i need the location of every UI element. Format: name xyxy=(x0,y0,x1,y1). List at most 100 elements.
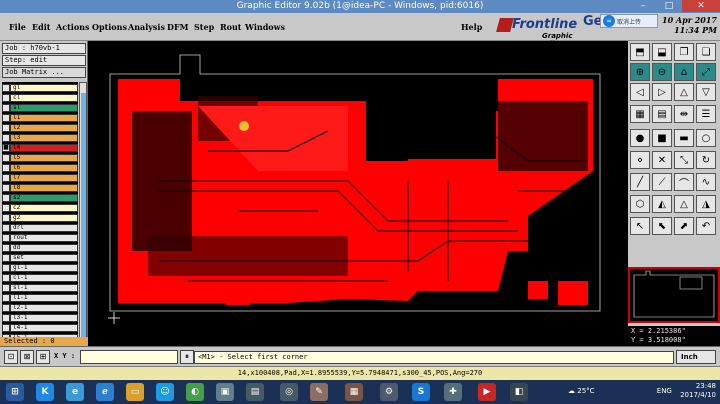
layer-checkbox[interactable] xyxy=(2,124,10,132)
layers-icon[interactable]: ☰ xyxy=(696,105,716,123)
snap-mode-icon[interactable]: ⊡ xyxy=(4,350,18,364)
layer-checkbox[interactable]: ■ xyxy=(2,144,10,152)
layer-row[interactable]: drl xyxy=(2,224,78,232)
layer-row[interactable]: l3 xyxy=(2,134,78,142)
layer-row[interactable]: sl xyxy=(2,104,78,112)
layer-row[interactable]: s2 xyxy=(2,194,78,202)
layer-checkbox[interactable] xyxy=(2,214,10,222)
move-icon[interactable]: ⤡ xyxy=(674,151,694,169)
layer-row[interactable]: g2 xyxy=(2,214,78,222)
job-matrix-button[interactable]: Job Matrix ... xyxy=(2,67,86,78)
select-net-icon[interactable]: ⬈ xyxy=(674,217,694,235)
menu-rout[interactable]: Rout xyxy=(220,22,242,32)
menu-step[interactable]: Step xyxy=(194,22,214,32)
units-select[interactable]: Inch xyxy=(676,350,716,364)
layer-row[interactable]: dd xyxy=(2,244,78,252)
computer-icon[interactable]: ▤ xyxy=(246,383,264,401)
close-icon[interactable]: ✕ xyxy=(682,0,720,12)
layer-name[interactable]: l5 xyxy=(10,154,78,162)
circle-icon[interactable]: ○ xyxy=(696,129,716,147)
grid-icon[interactable]: ▦ xyxy=(630,105,650,123)
curve-icon[interactable]: ∿ xyxy=(696,173,716,191)
layer-name[interactable]: gl xyxy=(10,84,78,92)
maximize-icon[interactable]: □ xyxy=(656,0,682,12)
tray-clock[interactable]: 23:48 2017/4/10 xyxy=(680,382,716,400)
layer-row[interactable]: cl xyxy=(2,94,78,102)
layer-checkbox[interactable] xyxy=(2,164,10,172)
prompt-toggle-icon[interactable]: ⏸ xyxy=(180,350,194,364)
layer-name[interactable]: l2 xyxy=(10,124,78,132)
pan-down-icon[interactable]: ▽ xyxy=(696,83,716,101)
layer-name[interactable]: drl xyxy=(10,224,78,232)
browser-icon[interactable]: e xyxy=(66,383,84,401)
triangle-icon[interactable]: △ xyxy=(674,195,694,213)
layer-row[interactable]: gl-1 xyxy=(2,264,78,272)
grid-mode-icon[interactable]: ⊞ xyxy=(36,350,50,364)
layer-checkbox[interactable] xyxy=(2,294,10,302)
layer-name[interactable]: sl-1 xyxy=(10,284,78,292)
layer-checkbox[interactable] xyxy=(2,234,10,242)
layer-checkbox[interactable] xyxy=(2,194,10,202)
layer-checkbox[interactable] xyxy=(2,224,10,232)
graphic-canvas[interactable] xyxy=(88,41,628,346)
layer-checkbox[interactable] xyxy=(2,304,10,312)
cursor-mode-icon[interactable]: ⊠ xyxy=(20,350,34,364)
layer-row[interactable]: l2-1 xyxy=(2,304,78,312)
layer-name[interactable]: l7 xyxy=(10,174,78,182)
layer-row[interactable]: l1 xyxy=(2,114,78,122)
sogou-icon[interactable]: S xyxy=(412,383,430,401)
terminal-icon[interactable]: ▣ xyxy=(216,383,234,401)
settings-icon[interactable]: ⚙ xyxy=(380,383,398,401)
copy-icon[interactable]: ❐ xyxy=(674,43,694,61)
layer-row[interactable]: l3-1 xyxy=(2,314,78,322)
system-tray[interactable]: ☁ 25°C ENG xyxy=(568,387,672,395)
layer-name[interactable]: l4 xyxy=(10,144,78,152)
layer-row[interactable]: l8 xyxy=(2,184,78,192)
window-icon[interactable]: ◧ xyxy=(510,383,528,401)
layer-row[interactable]: set xyxy=(2,254,78,262)
zoom-in-icon[interactable]: ⊕ xyxy=(630,63,650,81)
select-arrow-icon[interactable]: ↖ xyxy=(630,217,650,235)
surface-icon[interactable]: ◭ xyxy=(652,195,672,213)
menu-windows[interactable]: Windows xyxy=(245,22,285,32)
layer-checkbox[interactable] xyxy=(2,154,10,162)
layer-name[interactable]: rout xyxy=(10,234,78,242)
editor-icon[interactable]: ✎ xyxy=(310,383,328,401)
polygon-icon[interactable]: ⬡ xyxy=(630,195,650,213)
menu-analysis[interactable]: Analysis xyxy=(128,22,165,32)
layer-row[interactable]: l4-1 xyxy=(2,324,78,332)
measure-icon[interactable]: ⇹ xyxy=(674,105,694,123)
pad-round-icon[interactable]: ● xyxy=(630,129,650,147)
menu-options[interactable]: Options xyxy=(92,22,127,32)
select-area-icon[interactable]: ⬉ xyxy=(652,217,672,235)
layer-checkbox[interactable] xyxy=(2,94,10,102)
start-icon[interactable]: ⊞ xyxy=(6,383,24,401)
menu-dfm[interactable]: DFM xyxy=(167,22,188,32)
layer-row[interactable]: l2 xyxy=(2,124,78,132)
cd-icon[interactable]: ◎ xyxy=(280,383,298,401)
layer-checkbox[interactable] xyxy=(2,184,10,192)
layer-name[interactable]: sl xyxy=(10,104,78,112)
zoom-out-icon[interactable]: ⊖ xyxy=(652,63,672,81)
layer-row[interactable]: gl xyxy=(2,84,78,92)
layer-row[interactable]: l1-1 xyxy=(2,294,78,302)
pad-square-icon[interactable]: ■ xyxy=(652,129,672,147)
wechat-icon[interactable]: ◐ xyxy=(186,383,204,401)
layer-name[interactable]: l8 xyxy=(10,184,78,192)
qq-icon[interactable]: ☺ xyxy=(156,383,174,401)
layer-name[interactable]: l1 xyxy=(10,114,78,122)
layer-scrollbar[interactable] xyxy=(79,82,87,376)
layer-row[interactable]: l6 xyxy=(2,164,78,172)
graphic-editor-icon[interactable]: ▦ xyxy=(345,383,363,401)
line-icon[interactable]: ▬ xyxy=(674,129,694,147)
menu-actions[interactable]: Actions xyxy=(56,22,89,32)
zoom-fit-icon[interactable]: ⤢ xyxy=(696,63,716,81)
upload-cancel-button[interactable]: ∞ 取消上传 xyxy=(600,14,658,28)
folder-icon[interactable]: ▭ xyxy=(126,383,144,401)
layer-name[interactable]: l6 xyxy=(10,164,78,172)
minimize-icon[interactable]: – xyxy=(630,0,656,12)
layer-row[interactable]: ■ l4 xyxy=(2,144,78,152)
layer-name[interactable]: l1-1 xyxy=(10,294,78,302)
layer-checkbox[interactable] xyxy=(2,114,10,122)
layer-row[interactable]: l5 xyxy=(2,154,78,162)
